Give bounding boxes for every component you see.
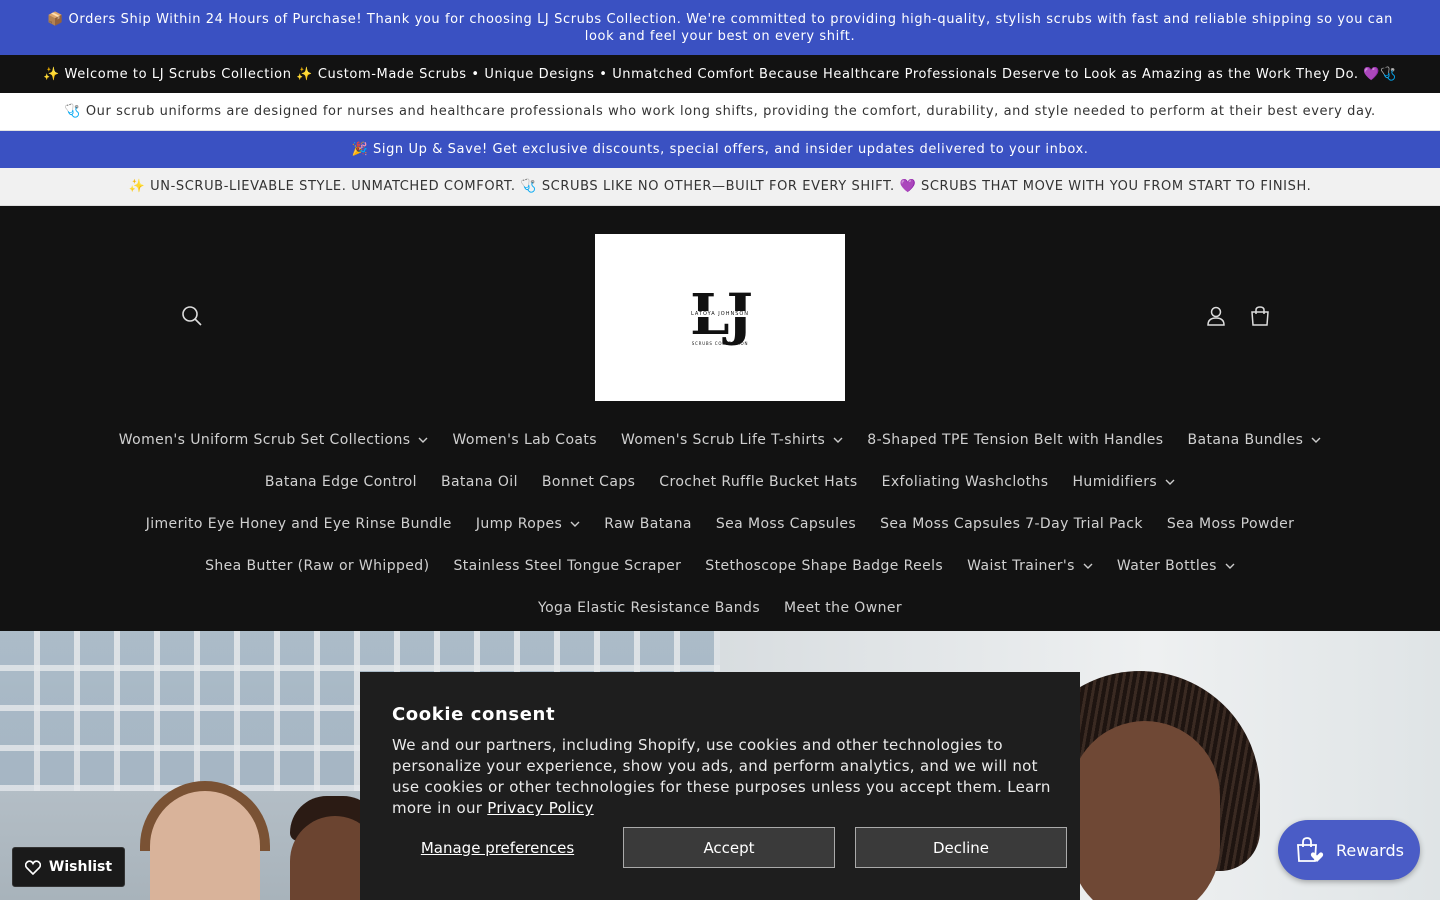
nav-item-label: Stainless Steel Tongue Scraper bbox=[453, 558, 682, 574]
nav-item-label: Jimerito Eye Honey and Eye Rinse Bundle bbox=[145, 516, 452, 532]
rewards-label: Rewards bbox=[1336, 840, 1404, 860]
gift-bag-icon bbox=[1297, 837, 1324, 862]
nav-item[interactable]: Jimerito Eye Honey and Eye Rinse Bundle bbox=[134, 516, 464, 532]
nav-item-label: Batana Edge Control bbox=[264, 474, 417, 490]
accept-button[interactable]: Accept bbox=[623, 827, 835, 868]
nav-item[interactable]: Batana Bundles bbox=[1175, 432, 1333, 448]
announcement-bar-signup[interactable]: 🎉 Sign Up & Save! Get exclusive discount… bbox=[0, 131, 1440, 168]
nav-item-label: Stethoscope Shape Badge Reels bbox=[705, 558, 944, 574]
nav-item[interactable]: Sea Moss Capsules bbox=[704, 516, 868, 532]
nav-item-label: Women's Scrub Life T-shirts bbox=[621, 432, 826, 448]
nav-item[interactable]: Jump Ropes bbox=[464, 516, 592, 532]
nav-row: Women's Uniform Scrub Set Collections Wom… bbox=[0, 419, 1440, 461]
nav-item-label: Women's Lab Coats bbox=[452, 432, 597, 448]
announcement-text: 📦 Orders Ship Within 24 Hours of Purchas… bbox=[47, 11, 1393, 44]
announcement-bar-style: ✨ UN-SCRUB-LIEVABLE STYLE. UNMATCHED COM… bbox=[0, 168, 1440, 206]
nav-item[interactable]: Raw Batana bbox=[592, 516, 704, 532]
cookie-actions: Manage preferences Accept Decline bbox=[392, 827, 1067, 868]
heart-icon bbox=[24, 859, 41, 875]
nav-item[interactable]: Yoga Elastic Resistance Bands bbox=[526, 600, 772, 616]
nav-item[interactable]: Humidifiers bbox=[1061, 474, 1188, 490]
wishlist-label: Wishlist bbox=[48, 859, 113, 875]
chevron-down-icon bbox=[418, 437, 428, 443]
nav-row: Jimerito Eye Honey and Eye Rinse Bundle J… bbox=[0, 503, 1440, 545]
nav-item[interactable]: Meet the Owner bbox=[772, 600, 914, 616]
nav-row: Batana Edge Control Batana Oil Bonnet Caps… bbox=[0, 461, 1440, 503]
nav-item-label: Batana Bundles bbox=[1187, 432, 1304, 448]
announcement-bar-welcome: ✨ Welcome to LJ Scrubs Collection ✨ Cust… bbox=[0, 55, 1440, 93]
main-navigation: Women's Uniform Scrub Set Collections Wom… bbox=[0, 419, 1440, 629]
nav-item-label: Sea Moss Capsules 7-Day Trial Pack bbox=[880, 516, 1143, 532]
chevron-down-icon bbox=[1311, 437, 1321, 443]
nav-item[interactable]: Waist Trainer's bbox=[955, 558, 1105, 574]
nav-item-label: Meet the Owner bbox=[784, 600, 903, 616]
rewards-button[interactable]: Rewards bbox=[1278, 820, 1420, 880]
account-icon[interactable] bbox=[1204, 304, 1228, 328]
chevron-down-icon bbox=[1225, 563, 1235, 569]
cookie-consent-dialog: Cookie consent We and our partners, incl… bbox=[360, 672, 1080, 900]
nav-item[interactable]: 8-Shaped TPE Tension Belt with Handles bbox=[855, 432, 1175, 448]
nav-item-label: Sea Moss Capsules bbox=[715, 516, 857, 532]
announcement-bar-shipping: 📦 Orders Ship Within 24 Hours of Purchas… bbox=[0, 0, 1440, 55]
announcement-bar-uniforms: 🩺 Our scrub uniforms are designed for nu… bbox=[0, 93, 1440, 131]
nav-item[interactable]: Batana Edge Control bbox=[253, 474, 429, 490]
nav-item-label: Humidifiers bbox=[1072, 474, 1158, 490]
nav-item[interactable]: Women's Lab Coats bbox=[440, 432, 609, 448]
announcement-text[interactable]: 🎉 Sign Up & Save! Get exclusive discount… bbox=[352, 141, 1089, 158]
nav-item[interactable]: Bonnet Caps bbox=[530, 474, 647, 490]
announcement-text: 🩺 Our scrub uniforms are designed for nu… bbox=[64, 104, 1376, 119]
nav-item-label: 8-Shaped TPE Tension Belt with Handles bbox=[867, 432, 1164, 448]
nav-item-label: Crochet Ruffle Bucket Hats bbox=[659, 474, 858, 490]
nav-item[interactable]: Shea Butter (Raw or Whipped) bbox=[193, 558, 441, 574]
hero-person bbox=[150, 791, 260, 900]
nav-item-label: Women's Uniform Scrub Set Collections bbox=[118, 432, 411, 448]
search-icon[interactable] bbox=[180, 304, 204, 328]
cart-icon[interactable] bbox=[1248, 304, 1272, 328]
nav-item-label: Bonnet Caps bbox=[541, 474, 636, 490]
nav-item[interactable]: Batana Oil bbox=[429, 474, 530, 490]
nav-item-label: Waist Trainer's bbox=[967, 558, 1075, 574]
nav-item-label: Water Bottles bbox=[1116, 558, 1217, 574]
announcement-text: ✨ UN-SCRUB-LIEVABLE STYLE. UNMATCHED COM… bbox=[128, 179, 1312, 194]
decline-button[interactable]: Decline bbox=[855, 827, 1067, 868]
nav-row: Shea Butter (Raw or Whipped) Stainless St… bbox=[0, 545, 1440, 587]
nav-item-label: Exfoliating Washcloths bbox=[881, 474, 1049, 490]
site-logo[interactable]: LJ LATOYA JOHNSON SCRUBS COLLECTION bbox=[595, 234, 845, 401]
chevron-down-icon bbox=[833, 437, 843, 443]
nav-item-label: Raw Batana bbox=[604, 516, 692, 532]
chevron-down-icon bbox=[570, 521, 580, 527]
wishlist-button[interactable]: Wishlist bbox=[12, 847, 125, 887]
nav-item-label: Yoga Elastic Resistance Bands bbox=[537, 600, 761, 616]
nav-item-label: Sea Moss Powder bbox=[1166, 516, 1295, 532]
nav-item[interactable]: Stainless Steel Tongue Scraper bbox=[441, 558, 693, 574]
nav-item[interactable]: Sea Moss Powder bbox=[1155, 516, 1306, 532]
site-header: LJ LATOYA JOHNSON SCRUBS COLLECTION Wome… bbox=[0, 206, 1440, 631]
hero-person bbox=[1070, 721, 1220, 900]
chevron-down-icon bbox=[1083, 563, 1093, 569]
privacy-policy-link[interactable]: Privacy Policy bbox=[487, 799, 593, 817]
nav-item[interactable]: Crochet Ruffle Bucket Hats bbox=[647, 474, 869, 490]
nav-item[interactable]: Exfoliating Washcloths bbox=[870, 474, 1061, 490]
nav-item-label: Batana Oil bbox=[440, 474, 518, 490]
logo-tagline: SCRUBS COLLECTION bbox=[691, 341, 749, 346]
chevron-down-icon bbox=[1165, 479, 1175, 485]
nav-row: Yoga Elastic Resistance Bands Meet the Ow… bbox=[0, 587, 1440, 629]
cookie-title: Cookie consent bbox=[392, 704, 556, 725]
nav-item-label: Shea Butter (Raw or Whipped) bbox=[205, 558, 430, 574]
cookie-body: We and our partners, including Shopify, … bbox=[392, 735, 1052, 819]
nav-item-label: Jump Ropes bbox=[475, 516, 563, 532]
nav-item[interactable]: Women's Uniform Scrub Set Collections bbox=[107, 432, 441, 448]
nav-item[interactable]: Sea Moss Capsules 7-Day Trial Pack bbox=[868, 516, 1155, 532]
nav-item[interactable]: Stethoscope Shape Badge Reels bbox=[693, 558, 955, 574]
announcement-text: ✨ Welcome to LJ Scrubs Collection ✨ Cust… bbox=[43, 66, 1397, 82]
nav-item[interactable]: Water Bottles bbox=[1105, 558, 1247, 574]
manage-preferences-link[interactable]: Manage preferences bbox=[392, 839, 603, 857]
logo-name: LATOYA JOHNSON bbox=[688, 311, 752, 317]
nav-item[interactable]: Women's Scrub Life T-shirts bbox=[609, 432, 855, 448]
